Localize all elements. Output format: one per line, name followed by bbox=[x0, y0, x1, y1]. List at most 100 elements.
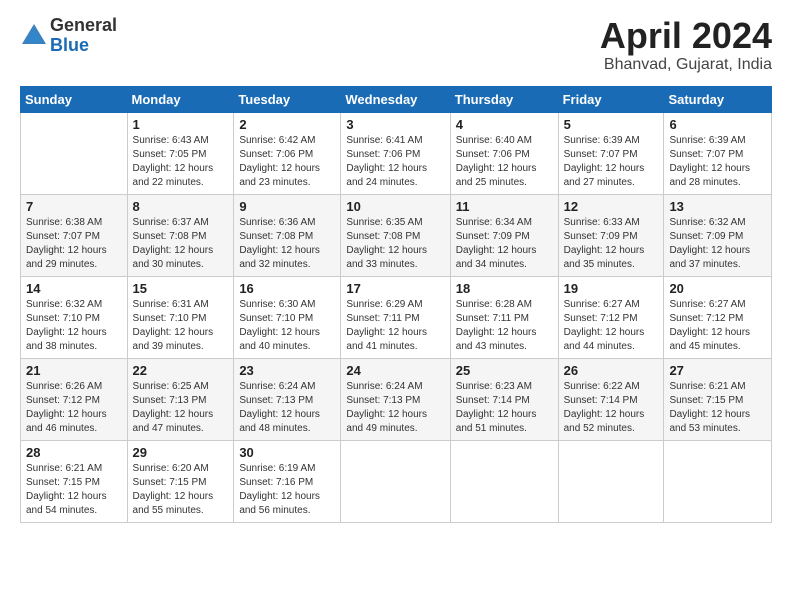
logo-blue: Blue bbox=[50, 36, 117, 56]
cell-content: Sunrise: 6:38 AMSunset: 7:07 PMDaylight:… bbox=[26, 216, 122, 272]
table-row: 25 Sunrise: 6:23 AMSunset: 7:14 PMDayligh… bbox=[450, 358, 558, 440]
day-number: 10 bbox=[346, 199, 444, 214]
table-row: 11 Sunrise: 6:34 AMSunset: 7:09 PMDayligh… bbox=[450, 194, 558, 276]
calendar-week-5: 28 Sunrise: 6:21 AMSunset: 7:15 PMDayligh… bbox=[21, 440, 772, 522]
cell-content: Sunrise: 6:27 AMSunset: 7:12 PMDaylight:… bbox=[564, 298, 659, 354]
day-number: 24 bbox=[346, 363, 444, 378]
cell-content: Sunrise: 6:39 AMSunset: 7:07 PMDaylight:… bbox=[564, 134, 659, 190]
table-row: 2 Sunrise: 6:42 AMSunset: 7:06 PMDaylight… bbox=[234, 112, 341, 194]
table-row: 13 Sunrise: 6:32 AMSunset: 7:09 PMDayligh… bbox=[664, 194, 772, 276]
table-row: 27 Sunrise: 6:21 AMSunset: 7:15 PMDayligh… bbox=[664, 358, 772, 440]
day-number: 20 bbox=[669, 281, 766, 296]
day-number: 19 bbox=[564, 281, 659, 296]
table-row: 26Sunrise: 6:22 AMSunset: 7:14 PMDayligh… bbox=[558, 358, 664, 440]
cell-content: Sunrise: 6:41 AMSunset: 7:06 PMDaylight:… bbox=[346, 134, 444, 190]
month-title: April 2024 bbox=[600, 16, 772, 56]
cell-content: Sunrise: 6:24 AMSunset: 7:13 PMDaylight:… bbox=[239, 380, 335, 436]
day-number: 23 bbox=[239, 363, 335, 378]
table-row bbox=[21, 112, 128, 194]
calendar-week-1: 1 Sunrise: 6:43 AMSunset: 7:05 PMDaylight… bbox=[21, 112, 772, 194]
cell-content: Sunrise: 6:21 AMSunset: 7:15 PMDaylight:… bbox=[669, 380, 766, 436]
day-number: 2 bbox=[239, 117, 335, 132]
cell-content: Sunrise: 6:26 AMSunset: 7:12 PMDaylight:… bbox=[26, 380, 122, 436]
cell-content: Sunrise: 6:43 AMSunset: 7:05 PMDaylight:… bbox=[133, 134, 229, 190]
logo-icon bbox=[20, 22, 48, 50]
table-row: 12 Sunrise: 6:33 AMSunset: 7:09 PMDayligh… bbox=[558, 194, 664, 276]
table-row bbox=[664, 440, 772, 522]
table-row: 7Sunrise: 6:38 AMSunset: 7:07 PMDaylight… bbox=[21, 194, 128, 276]
cell-content: Sunrise: 6:20 AMSunset: 7:15 PMDaylight:… bbox=[133, 462, 229, 518]
day-number: 3 bbox=[346, 117, 444, 132]
cell-content: Sunrise: 6:19 AMSunset: 7:16 PMDaylight:… bbox=[239, 462, 335, 518]
table-row: 21 Sunrise: 6:26 AMSunset: 7:12 PMDayligh… bbox=[21, 358, 128, 440]
table-row: 23 Sunrise: 6:24 AMSunset: 7:13 PMDayligh… bbox=[234, 358, 341, 440]
calendar-week-3: 14 Sunrise: 6:32 AMSunset: 7:10 PMDayligh… bbox=[21, 276, 772, 358]
calendar-table: Sunday Monday Tuesday Wednesday Thursday… bbox=[20, 86, 772, 523]
day-number: 18 bbox=[456, 281, 553, 296]
table-row: 30 Sunrise: 6:19 AMSunset: 7:16 PMDayligh… bbox=[234, 440, 341, 522]
col-sunday: Sunday bbox=[21, 86, 128, 112]
calendar-page: General Blue April 2024 Bhanvad, Gujarat… bbox=[0, 0, 792, 533]
title-area: April 2024 Bhanvad, Gujarat, India bbox=[600, 16, 772, 74]
table-row: 15Sunrise: 6:31 AMSunset: 7:10 PMDayligh… bbox=[127, 276, 234, 358]
header: General Blue April 2024 Bhanvad, Gujarat… bbox=[20, 16, 772, 74]
day-number: 8 bbox=[133, 199, 229, 214]
table-row: 22Sunrise: 6:25 AMSunset: 7:13 PMDayligh… bbox=[127, 358, 234, 440]
cell-content: Sunrise: 6:23 AMSunset: 7:14 PMDaylight:… bbox=[456, 380, 553, 436]
day-number: 14 bbox=[26, 281, 122, 296]
cell-content: Sunrise: 6:24 AMSunset: 7:13 PMDaylight:… bbox=[346, 380, 444, 436]
table-row bbox=[450, 440, 558, 522]
day-number: 11 bbox=[456, 199, 553, 214]
day-number: 12 bbox=[564, 199, 659, 214]
cell-content: Sunrise: 6:32 AMSunset: 7:10 PMDaylight:… bbox=[26, 298, 122, 354]
day-number: 27 bbox=[669, 363, 766, 378]
cell-content: Sunrise: 6:30 AMSunset: 7:10 PMDaylight:… bbox=[239, 298, 335, 354]
cell-content: Sunrise: 6:40 AMSunset: 7:06 PMDaylight:… bbox=[456, 134, 553, 190]
table-row: 5 Sunrise: 6:39 AMSunset: 7:07 PMDaylight… bbox=[558, 112, 664, 194]
cell-content: Sunrise: 6:37 AMSunset: 7:08 PMDaylight:… bbox=[133, 216, 229, 272]
location-subtitle: Bhanvad, Gujarat, India bbox=[600, 56, 772, 74]
table-row: 14 Sunrise: 6:32 AMSunset: 7:10 PMDayligh… bbox=[21, 276, 128, 358]
day-number: 13 bbox=[669, 199, 766, 214]
table-row: 16Sunrise: 6:30 AMSunset: 7:10 PMDayligh… bbox=[234, 276, 341, 358]
calendar-week-2: 7Sunrise: 6:38 AMSunset: 7:07 PMDaylight… bbox=[21, 194, 772, 276]
day-number: 28 bbox=[26, 445, 122, 460]
day-number: 29 bbox=[133, 445, 229, 460]
day-number: 5 bbox=[564, 117, 659, 132]
table-row: 24 Sunrise: 6:24 AMSunset: 7:13 PMDayligh… bbox=[341, 358, 450, 440]
cell-content: Sunrise: 6:27 AMSunset: 7:12 PMDaylight:… bbox=[669, 298, 766, 354]
logo-general: General bbox=[50, 16, 117, 36]
cell-content: Sunrise: 6:32 AMSunset: 7:09 PMDaylight:… bbox=[669, 216, 766, 272]
cell-content: Sunrise: 6:28 AMSunset: 7:11 PMDaylight:… bbox=[456, 298, 553, 354]
day-number: 17 bbox=[346, 281, 444, 296]
day-number: 1 bbox=[133, 117, 229, 132]
cell-content: Sunrise: 6:29 AMSunset: 7:11 PMDaylight:… bbox=[346, 298, 444, 354]
cell-content: Sunrise: 6:22 AMSunset: 7:14 PMDaylight:… bbox=[564, 380, 659, 436]
cell-content: Sunrise: 6:33 AMSunset: 7:09 PMDaylight:… bbox=[564, 216, 659, 272]
logo: General Blue bbox=[20, 16, 117, 56]
day-number: 21 bbox=[26, 363, 122, 378]
logo-text: General Blue bbox=[50, 16, 117, 56]
day-number: 30 bbox=[239, 445, 335, 460]
col-saturday: Saturday bbox=[664, 86, 772, 112]
table-row: 18 Sunrise: 6:28 AMSunset: 7:11 PMDayligh… bbox=[450, 276, 558, 358]
cell-content: Sunrise: 6:42 AMSunset: 7:06 PMDaylight:… bbox=[239, 134, 335, 190]
col-friday: Friday bbox=[558, 86, 664, 112]
calendar-week-4: 21 Sunrise: 6:26 AMSunset: 7:12 PMDayligh… bbox=[21, 358, 772, 440]
day-number: 22 bbox=[133, 363, 229, 378]
day-number: 25 bbox=[456, 363, 553, 378]
table-row: 17 Sunrise: 6:29 AMSunset: 7:11 PMDayligh… bbox=[341, 276, 450, 358]
table-row: 3 Sunrise: 6:41 AMSunset: 7:06 PMDaylight… bbox=[341, 112, 450, 194]
day-number: 9 bbox=[239, 199, 335, 214]
cell-content: Sunrise: 6:34 AMSunset: 7:09 PMDaylight:… bbox=[456, 216, 553, 272]
table-row: 10Sunrise: 6:35 AMSunset: 7:08 PMDayligh… bbox=[341, 194, 450, 276]
table-row bbox=[558, 440, 664, 522]
col-wednesday: Wednesday bbox=[341, 86, 450, 112]
table-row: 1 Sunrise: 6:43 AMSunset: 7:05 PMDaylight… bbox=[127, 112, 234, 194]
cell-content: Sunrise: 6:21 AMSunset: 7:15 PMDaylight:… bbox=[26, 462, 122, 518]
day-number: 15 bbox=[133, 281, 229, 296]
col-thursday: Thursday bbox=[450, 86, 558, 112]
table-row: 29 Sunrise: 6:20 AMSunset: 7:15 PMDayligh… bbox=[127, 440, 234, 522]
cell-content: Sunrise: 6:39 AMSunset: 7:07 PMDaylight:… bbox=[669, 134, 766, 190]
col-tuesday: Tuesday bbox=[234, 86, 341, 112]
